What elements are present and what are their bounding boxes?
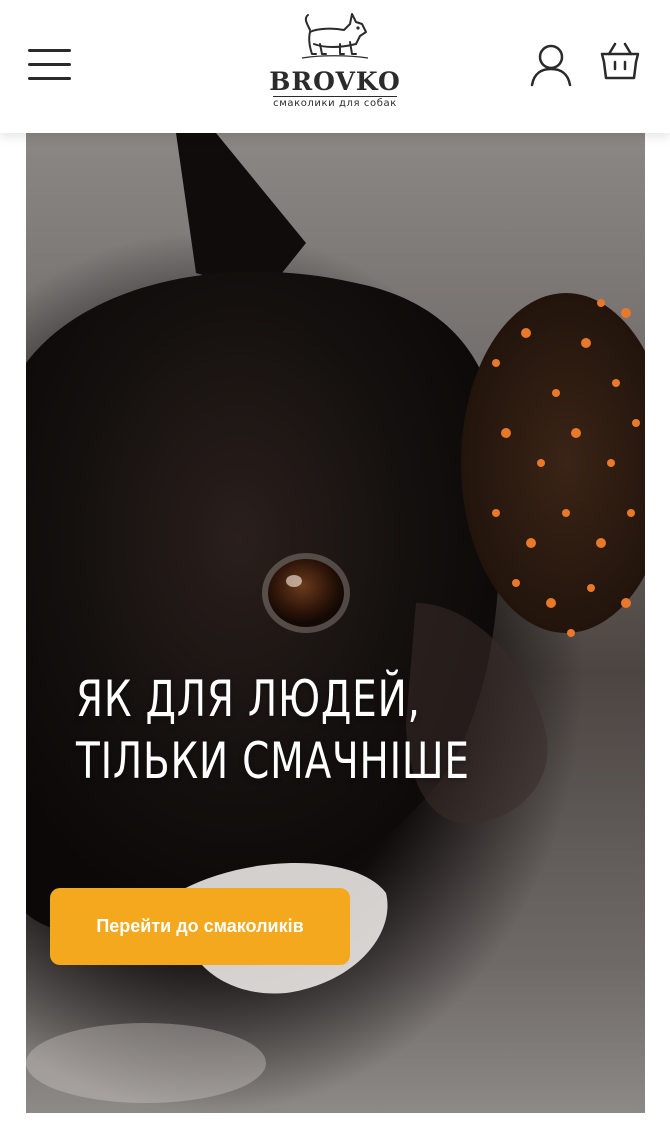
hero-title: ЯК ДЛЯ ЛЮДЕЙ, ТІЛЬКИ СМАЧНІШЕ [76, 668, 513, 792]
brand-name: BROVKO [269, 67, 401, 96]
hero-banner: ЯК ДЛЯ ЛЮДЕЙ, ТІЛЬКИ СМАЧНІШЕ Перейти до… [26, 133, 645, 1113]
hamburger-line [28, 77, 71, 80]
go-to-treats-button[interactable]: Перейти до смаколиків [50, 888, 350, 965]
scottie-dog-logo-icon [301, 13, 369, 59]
basket-icon [600, 42, 640, 80]
hamburger-line [28, 63, 71, 66]
hamburger-menu-icon [28, 49, 71, 52]
cart-button[interactable] [597, 38, 643, 84]
french-bulldog-photo [26, 133, 645, 1103]
site-header: BROVKO смаколики для собак [0, 0, 670, 133]
brand-tagline: смаколики для собак [273, 96, 397, 109]
brand-logo[interactable]: BROVKO смаколики для собак [265, 10, 405, 115]
hero-title-line-1: ЯК ДЛЯ ЛЮДЕЙ, [76, 670, 421, 728]
account-button[interactable] [528, 42, 574, 88]
user-icon [530, 44, 572, 87]
hero-title-line-2: ТІЛЬКИ СМАЧНІШЕ [76, 732, 470, 790]
menu-button[interactable] [28, 46, 72, 82]
